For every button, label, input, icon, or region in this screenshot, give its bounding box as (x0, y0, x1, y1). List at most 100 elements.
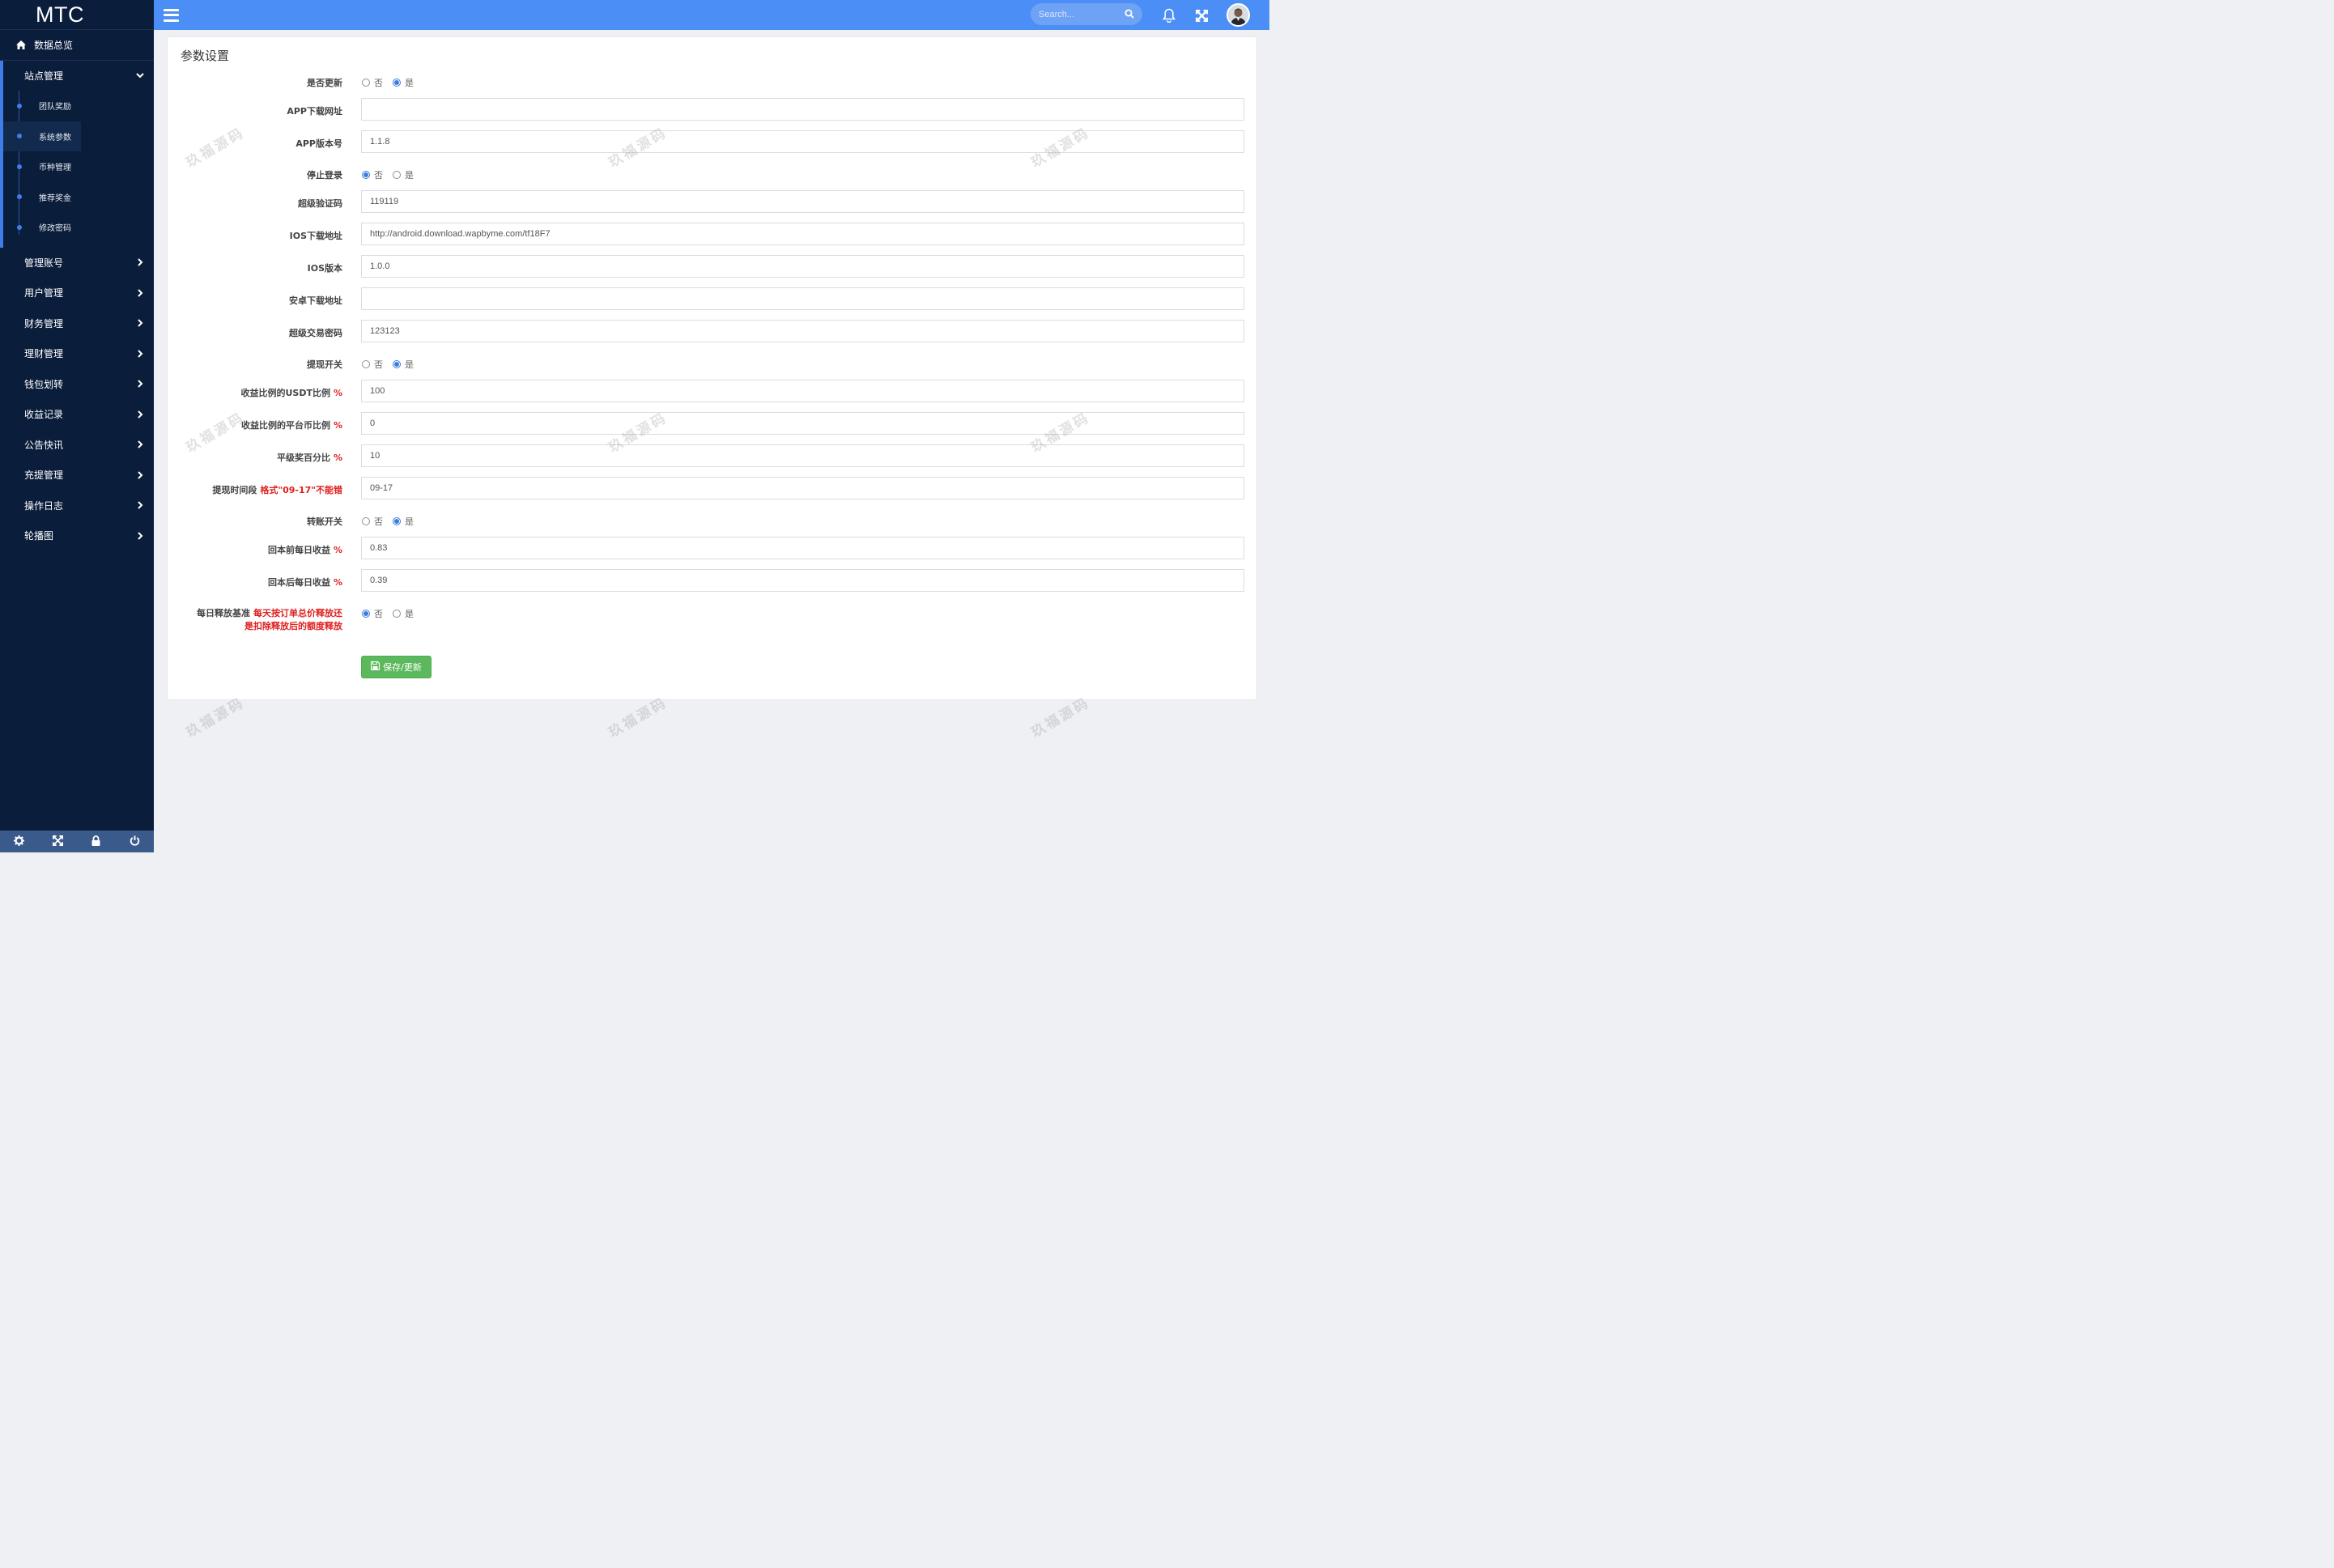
logout-button[interactable] (116, 831, 155, 852)
radio-circle-checked (393, 517, 401, 525)
brand-logo[interactable]: MTC (0, 0, 154, 30)
label-text: 提现时间段 (212, 485, 257, 495)
field-label: 收益比例的平台币比例% (241, 419, 342, 431)
level-bonus-input[interactable]: 10 (361, 444, 1244, 467)
sidebar-item-wealth[interactable]: 理财管理 (0, 338, 154, 369)
super-code-input[interactable]: 119119 (361, 190, 1244, 213)
super-trade-password-input[interactable]: 123123 (361, 320, 1244, 342)
sidebar-subitem-currency[interactable]: 币种管理 (3, 151, 154, 182)
sidebar-subitem-team-reward[interactable]: 团队奖励 (3, 91, 154, 121)
topbar (154, 0, 1269, 30)
radio-stop-login-yes[interactable]: 是 (393, 168, 414, 181)
notification-bell-icon[interactable] (1161, 7, 1177, 23)
radio-release-yes[interactable]: 是 (393, 607, 414, 620)
sidebar-item-label: 轮播图 (24, 530, 54, 542)
sidebar-item-site-management[interactable]: 站点管理 (3, 61, 154, 91)
radio-transfer-yes[interactable]: 是 (393, 515, 414, 528)
radio-label: 是 (405, 170, 414, 181)
sidebar-item-admin-accounts[interactable]: 管理账号 (0, 248, 154, 278)
sidebar-item-label: 操作日志 (24, 499, 64, 512)
save-button[interactable]: 保存/更新 (361, 656, 432, 678)
search-input[interactable] (1039, 9, 1120, 19)
percent-unit: % (333, 577, 342, 588)
sidebar-item-dashboard[interactable]: 数据总览 (0, 30, 154, 61)
menu-toggle-icon[interactable] (164, 8, 179, 22)
sidebar-item-wallet-transfer[interactable]: 钱包划转 (0, 369, 154, 400)
sidebar-item-users[interactable]: 用户管理 (0, 278, 154, 308)
lock-icon (91, 835, 100, 848)
ios-url-input[interactable]: http://android.download.wapbyme.com/tf18… (361, 223, 1244, 245)
settings-button[interactable] (0, 831, 39, 852)
radio-withdraw-no[interactable]: 否 (362, 358, 383, 371)
withdraw-time-input[interactable]: 09-17 (361, 477, 1244, 499)
radio-release-no[interactable]: 否 (362, 607, 383, 620)
before-payback-daily-input[interactable]: 0.83 (361, 537, 1244, 559)
user-avatar[interactable] (1227, 3, 1250, 27)
radio-circle-checked (393, 360, 401, 368)
sidebar-item-operation-log[interactable]: 操作日志 (0, 491, 154, 521)
after-payback-daily-input[interactable]: 0.39 (361, 569, 1244, 592)
field-label: 回本前每日收益% (268, 543, 342, 556)
radio-label: 否 (374, 609, 383, 619)
expand-icon (52, 835, 63, 848)
bullet-icon (17, 134, 22, 139)
sidebar-group-site: 站点管理 团队奖励 系统参数 币种管理 推荐奖金 修改密码 (0, 61, 154, 248)
field-label: 停止登录 (307, 170, 342, 181)
power-icon (130, 835, 140, 848)
subitem-label: 系统参数 (39, 133, 71, 142)
sidebar-subitem-change-password[interactable]: 修改密码 (3, 212, 154, 243)
gear-icon (14, 835, 25, 848)
sidebar-item-finance[interactable]: 财务管理 (0, 308, 154, 339)
radio-circle-checked (362, 171, 370, 179)
radio-label: 是 (405, 609, 414, 619)
field-label: 转账开关 (307, 516, 342, 527)
radio-label: 是 (405, 359, 414, 370)
field-label: IOS版本 (307, 263, 342, 274)
chevron-right-icon (136, 532, 144, 540)
radio-group-release: 否 是 (362, 607, 423, 620)
sidebar-item-carousel[interactable]: 轮播图 (0, 521, 154, 551)
field-label: 提现时间段 格式"09-17"不能错 (212, 483, 342, 496)
field-label: APP下载网址 (287, 106, 342, 117)
search-icon[interactable] (1124, 9, 1134, 21)
search-box (1031, 3, 1142, 25)
label-text: 每日释放基准 (197, 608, 250, 618)
ios-version-input[interactable]: 1.0.0 (361, 255, 1244, 278)
field-label: 超级验证码 (298, 198, 342, 209)
fullscreen-button[interactable] (39, 831, 78, 852)
sidebar-item-label: 充提管理 (24, 470, 64, 482)
sidebar-subitem-system-params[interactable]: 系统参数 (3, 121, 81, 151)
sidebar-menu: 管理账号 用户管理 财务管理 理财管理 钱包划转 收益记录 公告快讯 充提管理 … (0, 248, 154, 551)
bullet-icon (17, 224, 22, 230)
label-text: 收益比例的平台币比例 (240, 420, 330, 431)
radio-stop-login-no[interactable]: 否 (362, 168, 383, 181)
android-url-input[interactable] (361, 287, 1244, 310)
radio-update-no[interactable]: 否 (362, 76, 383, 89)
sidebar-subitem-referral-bonus[interactable]: 推荐奖金 (3, 182, 154, 213)
sidebar-item-deposit-withdraw[interactable]: 充提管理 (0, 460, 154, 491)
sidebar-submenu: 团队奖励 系统参数 币种管理 推荐奖金 修改密码 (3, 91, 154, 248)
radio-circle-checked (393, 79, 401, 87)
radio-update-yes[interactable]: 是 (393, 76, 414, 89)
bullet-icon (17, 164, 22, 169)
app-url-input[interactable] (361, 98, 1244, 121)
fullscreen-icon[interactable] (1193, 7, 1210, 23)
chevron-right-icon (136, 380, 144, 388)
field-label: 提现开关 (307, 359, 342, 370)
release-hint-line2: 是扣除释放后的额度释放 (244, 621, 342, 631)
platform-ratio-input[interactable]: 0 (361, 412, 1244, 435)
radio-transfer-no[interactable]: 否 (362, 515, 383, 528)
label-text: 平级奖百分比 (276, 453, 330, 463)
settings-panel: 参数设置 是否更新 否 是 APP下载网址 APP版本号 1.1.8 停止登录 … (167, 36, 1257, 700)
radio-withdraw-yes[interactable]: 是 (393, 358, 414, 371)
lock-button[interactable] (77, 831, 116, 852)
subitem-label: 币种管理 (39, 164, 71, 173)
sidebar-item-earnings[interactable]: 收益记录 (0, 399, 154, 430)
sidebar-item-label: 管理账号 (24, 257, 64, 269)
chevron-right-icon (136, 501, 144, 509)
usdt-ratio-input[interactable]: 100 (361, 380, 1244, 402)
sidebar-item-announcements[interactable]: 公告快讯 (0, 430, 154, 461)
sidebar-item-label: 财务管理 (24, 317, 64, 329)
app-version-input[interactable]: 1.1.8 (361, 130, 1244, 153)
sidebar-item-label: 收益记录 (24, 409, 64, 421)
